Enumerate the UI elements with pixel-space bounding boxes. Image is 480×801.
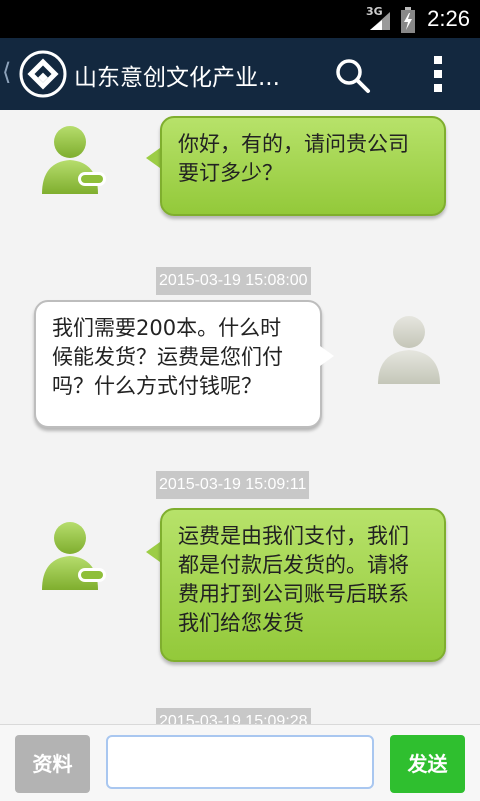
message-line: 吗？什么方式付钱呢？ [52,374,262,398]
message-line: 要订多少？ [178,161,283,185]
message-bubble[interactable]: 运费是由我们支付，我们 都是付款后发货的。请将 费用打到公司账号后联系 我们给您… [160,508,446,662]
status-clock: 2:26 [427,6,470,31]
search-icon[interactable] [332,56,372,96]
app-logo[interactable] [18,49,68,99]
bubble-tail [146,148,160,168]
message-line: 我们给您发货 [178,611,304,635]
message-timestamp: 2015-03-19 15:09:28 [156,708,311,724]
bubble-tail [320,346,334,366]
message-input[interactable] [106,735,374,789]
message-line: 我们需要200本。什么时 [52,316,282,340]
send-button[interactable]: 发送 [390,735,465,793]
bubble-tail [146,542,160,562]
message-timestamp: 2015-03-19 15:08:00 [156,267,311,295]
message-line: 都是付款后发货的。请将 [178,553,409,577]
message-bubble[interactable]: 我们需要200本。什么时 候能发货？运费是您们付 吗？什么方式付钱呢？ [34,300,322,428]
user-avatar[interactable] [374,314,444,386]
page-title: 山东意创文化产业... [74,65,280,91]
up-navigation-icon[interactable]: ⟨ [2,58,11,86]
signal-icon [370,12,390,30]
message-line: 候能发货？运费是您们付 [52,345,283,369]
action-bar: ⟨ 山东意创文化产业... [0,38,480,110]
overflow-menu-icon[interactable] [428,54,448,94]
message-timestamp: 2015-03-19 15:09:11 [156,471,310,499]
partner-avatar[interactable] [38,520,108,592]
battery-icon [401,7,415,33]
status-bar: 3G 2:26 [0,0,480,38]
message-bubble[interactable]: 你好，有的，请问贵公司 要订多少？ [160,116,446,216]
message-line: 费用打到公司账号后联系 [178,582,409,606]
message-line: 运费是由我们支付，我们 [178,524,409,548]
message-line: 你好，有的，请问贵公司 [178,132,409,156]
partner-avatar[interactable] [38,124,108,196]
chat-list[interactable]: 你好，有的，请问贵公司 要订多少？ 2015-03-19 15:08:00 我们… [0,110,480,724]
profile-button[interactable]: 资料 [15,735,90,793]
message-input-bar: 资料 发送 [0,724,480,801]
